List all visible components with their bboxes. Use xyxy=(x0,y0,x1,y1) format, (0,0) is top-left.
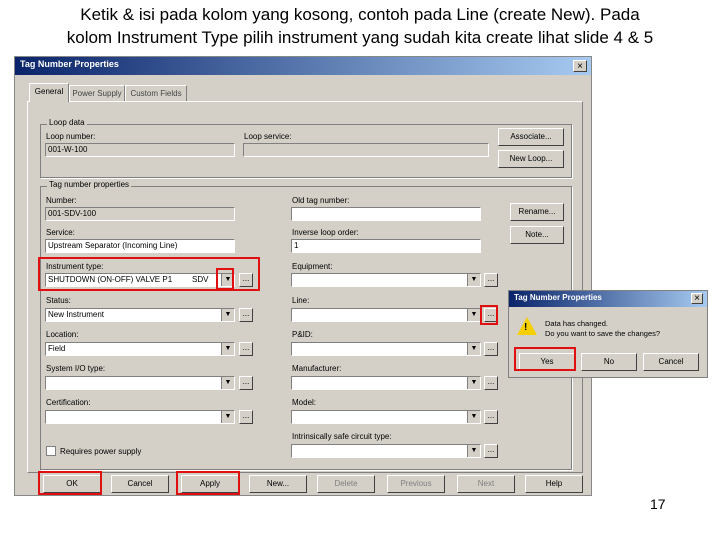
cancel-button[interactable]: Cancel xyxy=(111,475,169,493)
intrinsic-safe-circuit-label: Intrinsically safe circuit type: xyxy=(292,432,392,441)
help-button[interactable]: Help xyxy=(525,475,583,493)
location-label: Location: xyxy=(46,330,79,339)
popup-title: Tag Number Properties xyxy=(514,293,602,302)
certification-browse-button[interactable]: ... xyxy=(239,410,253,424)
apply-button[interactable]: Apply xyxy=(181,475,239,493)
chevron-down-icon[interactable]: ▼ xyxy=(221,377,234,389)
rename-button[interactable]: Rename... xyxy=(510,203,564,221)
instrument-type-code: SDV xyxy=(192,275,209,284)
caption-line-1: Ketik & isi pada kolom yang kosong, cont… xyxy=(80,5,640,24)
chevron-down-icon[interactable]: ▼ xyxy=(221,309,234,321)
loop-number-label: Loop number: xyxy=(46,132,96,141)
tag-props-group-label: Tag number properties xyxy=(47,180,132,189)
popup-message-line-1: Data has changed. xyxy=(545,319,608,328)
status-value: New Instrument xyxy=(48,310,105,319)
service-field[interactable]: Upstream Separator (Incoming Line) xyxy=(45,239,235,253)
chevron-down-icon[interactable]: ▼ xyxy=(467,445,480,457)
requires-power-supply-checkbox[interactable] xyxy=(46,446,56,456)
manufacturer-combo[interactable]: ▼ xyxy=(291,376,481,390)
system-io-type-combo[interactable]: ▼ xyxy=(45,376,235,390)
chevron-down-icon[interactable]: ▼ xyxy=(221,343,234,355)
loop-service-field[interactable] xyxy=(243,143,489,157)
tab-power-supply[interactable]: Power Supply xyxy=(69,85,125,101)
requires-power-supply-label: Requires power supply xyxy=(60,447,142,456)
location-value: Field xyxy=(48,344,66,353)
associate-button[interactable]: Associate... xyxy=(498,128,564,146)
general-panel: Loop data Loop number: 001-W-100 Loop se… xyxy=(27,101,583,473)
popup-yes-button[interactable]: Yes xyxy=(519,353,575,371)
line-label: Line: xyxy=(292,296,310,305)
dialog-titlebar: Tag Number Properties × xyxy=(15,57,591,75)
location-combo[interactable]: Field ▼ xyxy=(45,342,235,356)
service-label: Service: xyxy=(46,228,75,237)
loop-data-group-label: Loop data xyxy=(47,118,87,127)
warning-icon: ! xyxy=(517,317,537,335)
new-loop-button[interactable]: New Loop... xyxy=(498,150,564,168)
new-button[interactable]: New... xyxy=(249,475,307,493)
equipment-label: Equipment: xyxy=(292,262,333,271)
previous-button[interactable]: Previous xyxy=(387,475,445,493)
number-label: Number: xyxy=(46,196,77,205)
chevron-down-icon[interactable]: ▼ xyxy=(467,274,480,286)
certification-label: Certification: xyxy=(46,398,91,407)
pid-browse-button[interactable]: ... xyxy=(484,342,498,356)
chevron-down-icon[interactable]: ▼ xyxy=(221,274,234,286)
intrinsic-safe-browse-button[interactable]: ... xyxy=(484,444,498,458)
instrument-type-value: SHUTDOWN (ON-OFF) VALVE P1 xyxy=(48,275,173,284)
close-button[interactable]: × xyxy=(573,60,587,72)
slide-caption: Ketik & isi pada kolom yang kosong, cont… xyxy=(0,3,720,49)
tag-number-properties-dialog: Tag Number Properties × General Power Su… xyxy=(14,56,592,496)
chevron-down-icon[interactable]: ▼ xyxy=(467,411,480,423)
popup-titlebar: Tag Number Properties × xyxy=(509,291,707,307)
pid-combo[interactable]: ▼ xyxy=(291,342,481,356)
pid-label: P&ID: xyxy=(292,330,313,339)
old-tag-number-label: Old tag number: xyxy=(292,196,350,205)
instrument-type-label: Instrument type: xyxy=(46,262,104,271)
status-label: Status: xyxy=(46,296,71,305)
delete-button[interactable]: Delete xyxy=(317,475,375,493)
loop-service-label: Loop service: xyxy=(244,132,292,141)
loop-number-field[interactable]: 001-W-100 xyxy=(45,143,235,157)
instrument-type-browse-button[interactable]: ... xyxy=(239,273,253,287)
chevron-down-icon[interactable]: ▼ xyxy=(467,377,480,389)
page-number: 17 xyxy=(650,496,666,512)
next-button[interactable]: Next xyxy=(457,475,515,493)
tab-general[interactable]: General xyxy=(29,83,69,102)
equipment-combo[interactable]: ▼ xyxy=(291,273,481,287)
instrument-type-combo[interactable]: SHUTDOWN (ON-OFF) VALVE P1 SDV ▼ xyxy=(45,273,235,287)
chevron-down-icon[interactable]: ▼ xyxy=(467,343,480,355)
equipment-browse-button[interactable]: ... xyxy=(484,273,498,287)
number-field[interactable]: 001-SDV-100 xyxy=(45,207,235,221)
status-browse-button[interactable]: ... xyxy=(239,308,253,322)
popup-cancel-button[interactable]: Cancel xyxy=(643,353,699,371)
popup-message-line-2: Do you want to save the changes? xyxy=(545,329,661,338)
manufacturer-browse-button[interactable]: ... xyxy=(484,376,498,390)
inverse-loop-order-field[interactable]: 1 xyxy=(291,239,481,253)
status-combo[interactable]: New Instrument ▼ xyxy=(45,308,235,322)
certification-combo[interactable]: ▼ xyxy=(45,410,235,424)
dialog-title: Tag Number Properties xyxy=(20,59,119,69)
system-io-type-label: System I/O type: xyxy=(46,364,106,373)
model-combo[interactable]: ▼ xyxy=(291,410,481,424)
chevron-down-icon[interactable]: ▼ xyxy=(467,309,480,321)
system-io-browse-button[interactable]: ... xyxy=(239,376,253,390)
model-label: Model: xyxy=(292,398,317,407)
old-tag-number-field[interactable] xyxy=(291,207,481,221)
model-browse-button[interactable]: ... xyxy=(484,410,498,424)
note-button[interactable]: Note... xyxy=(510,226,564,244)
inverse-loop-order-label: Inverse loop order: xyxy=(292,228,359,237)
tab-custom-fields[interactable]: Custom Fields xyxy=(125,85,187,101)
popup-no-button[interactable]: No xyxy=(581,353,637,371)
chevron-down-icon[interactable]: ▼ xyxy=(221,411,234,423)
caption-line-2: kolom Instrument Type pilih instrument y… xyxy=(66,28,654,47)
line-browse-button[interactable]: ... xyxy=(484,308,498,322)
intrinsic-safe-circuit-combo[interactable]: ▼ xyxy=(291,444,481,458)
popup-close-button[interactable]: × xyxy=(691,293,703,304)
line-combo[interactable]: ▼ xyxy=(291,308,481,322)
save-changes-popup: Tag Number Properties × ! Data has chang… xyxy=(508,290,708,378)
manufacturer-label: Manufacturer: xyxy=(292,364,342,373)
location-browse-button[interactable]: ... xyxy=(239,342,253,356)
ok-button[interactable]: OK xyxy=(43,475,101,493)
